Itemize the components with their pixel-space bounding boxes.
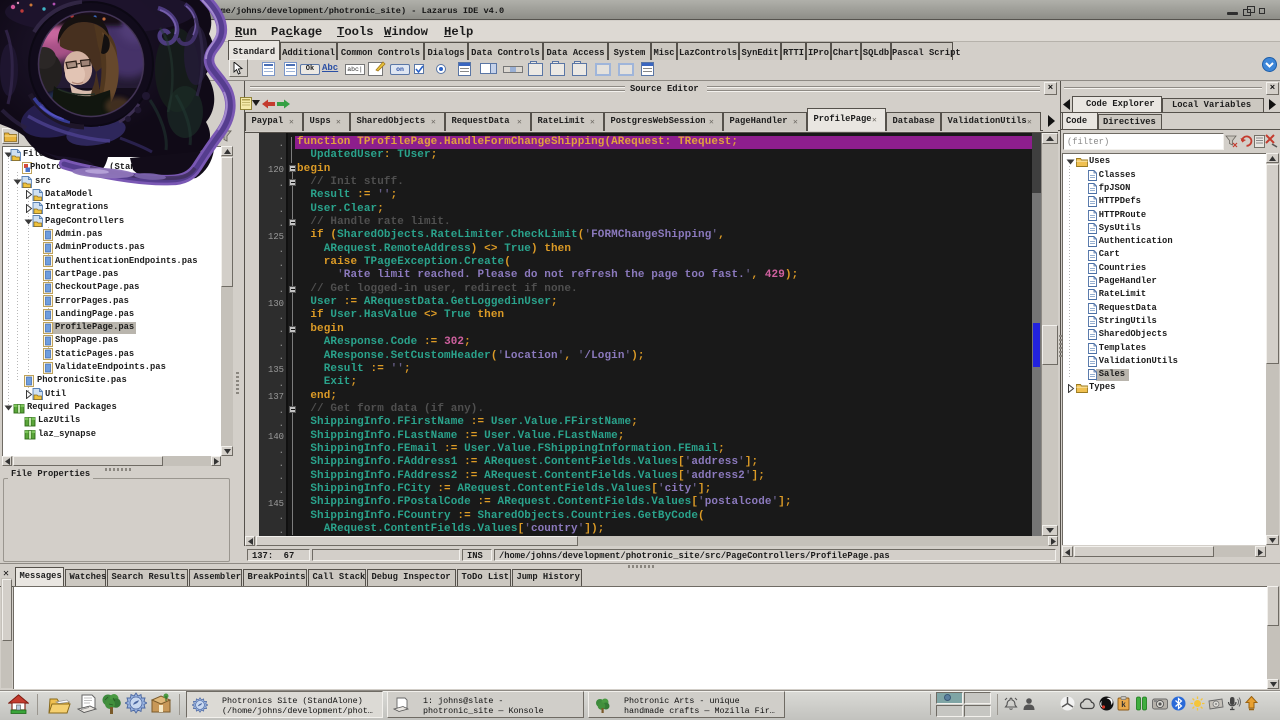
svg-text:k: k (1121, 700, 1126, 709)
